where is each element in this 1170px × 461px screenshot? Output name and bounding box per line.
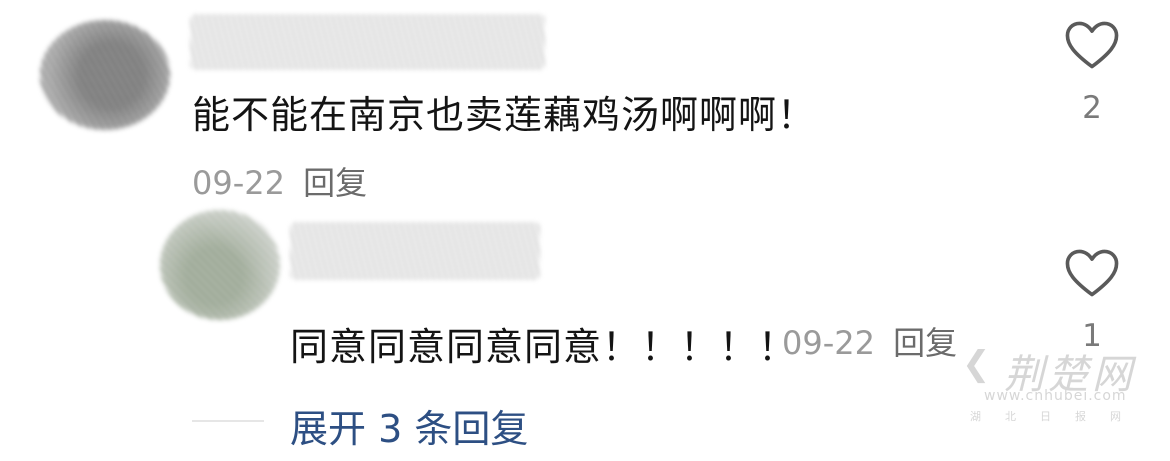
watermark: ❮ 荆楚网 www.cnhubei.com 湖北日报网 bbox=[962, 342, 1162, 432]
like-button[interactable] bbox=[1064, 248, 1120, 298]
heart-outline-icon bbox=[1065, 249, 1119, 297]
comment-text: 能不能在南京也卖莲藕鸡汤啊啊啊！ bbox=[192, 93, 817, 137]
expand-divider bbox=[192, 420, 264, 422]
comment-meta: 09-22 回复 bbox=[782, 318, 957, 364]
comment-date: 09-22 bbox=[192, 164, 285, 202]
watermark-logo-icon: ❮ bbox=[962, 344, 991, 384]
comment-meta: 09-22 回复 bbox=[192, 158, 367, 204]
comment-date: 09-22 bbox=[782, 324, 875, 362]
watermark-url: www.cnhubei.com bbox=[984, 388, 1127, 404]
like-button[interactable] bbox=[1064, 20, 1120, 70]
avatar[interactable] bbox=[160, 210, 280, 320]
heart-outline-icon bbox=[1065, 21, 1119, 69]
reply-button[interactable]: 回复 bbox=[893, 324, 957, 362]
avatar[interactable] bbox=[40, 20, 170, 130]
expand-replies-button[interactable]: 展开 3 条回复 bbox=[290, 398, 528, 453]
comment-text: 同意同意同意同意！！！！！ bbox=[290, 325, 798, 369]
username-redacted[interactable] bbox=[190, 14, 545, 70]
reply-button[interactable]: 回复 bbox=[303, 164, 367, 202]
like-count: 2 bbox=[1082, 90, 1102, 126]
watermark-subtitle: 湖北日报网 bbox=[970, 410, 1145, 423]
username-redacted[interactable] bbox=[290, 222, 540, 280]
